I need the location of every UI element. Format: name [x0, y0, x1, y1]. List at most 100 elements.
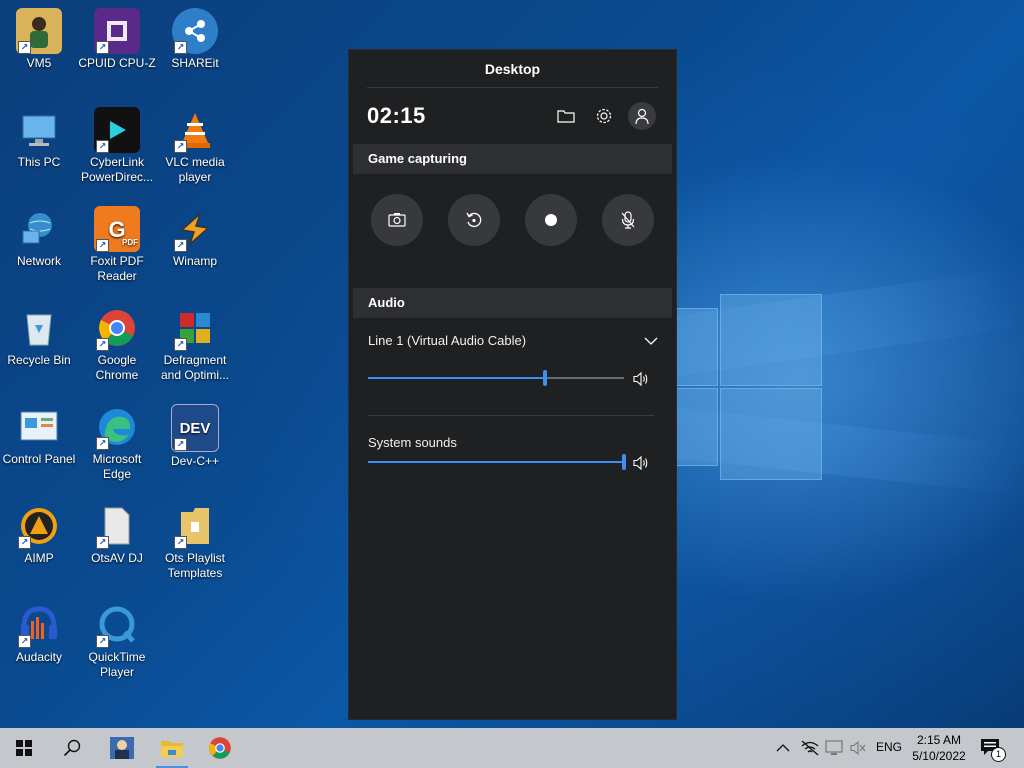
- clock: 02:15: [367, 103, 426, 128]
- divider: [367, 87, 658, 88]
- speaker-icon[interactable]: [632, 455, 650, 471]
- desktop-icon-label: CyberLink PowerDirec...: [80, 155, 154, 184]
- desktop-icon-chrome[interactable]: ↗ Google Chrome: [78, 305, 156, 383]
- quicktime-icon: ↗: [94, 602, 140, 648]
- desktop-icon-this-pc[interactable]: This PC: [0, 107, 78, 170]
- slider-fill: [368, 461, 624, 463]
- gamebar-widget: Desktop 02:15 Game capturing Audio Line …: [348, 49, 677, 720]
- monitor-icon: [825, 740, 843, 755]
- input-language-indicator[interactable]: ENG: [876, 740, 902, 754]
- user-icon: [635, 108, 649, 125]
- desktop-icon-label: Audacity: [15, 650, 63, 664]
- vm5-app-icon: [110, 737, 134, 759]
- desktop-icon-winamp[interactable]: ↗ Winamp: [156, 206, 234, 269]
- audio-device-dropdown[interactable]: [641, 331, 661, 351]
- device-volume-slider[interactable]: [368, 370, 624, 386]
- otsav-icon: ↗: [94, 503, 140, 549]
- search-button[interactable]: [48, 728, 96, 768]
- recycle-bin-icon: [16, 305, 62, 351]
- windows-icon: [16, 740, 32, 756]
- gear-icon: [596, 108, 612, 124]
- screenshot-button[interactable]: [371, 194, 423, 246]
- desktop-icon-label: CPUID CPU-Z: [78, 56, 156, 70]
- taskbar-date: 5/10/2022: [912, 749, 966, 763]
- desktop-icon-vm5[interactable]: ↗ VM5: [0, 8, 78, 71]
- desktop-icon-recycle-bin[interactable]: Recycle Bin: [0, 305, 78, 368]
- chrome-icon: [209, 737, 231, 759]
- control-panel-icon: [16, 404, 62, 450]
- volume-tray-button[interactable]: [849, 740, 867, 756]
- taskbar-app-vm5[interactable]: [98, 728, 146, 768]
- audacity-icon: ↗: [16, 602, 62, 648]
- show-hidden-icons-button[interactable]: [776, 740, 794, 756]
- desktop-icon-label: Control Panel: [2, 452, 76, 466]
- speaker-muted-icon: [850, 740, 866, 756]
- start-recording-button[interactable]: [525, 194, 577, 246]
- desktop-icon-label: VLC media player: [165, 155, 225, 184]
- foxit-icon: G PDF ↗: [94, 206, 140, 252]
- start-button[interactable]: [0, 728, 48, 768]
- account-button[interactable]: [628, 102, 656, 130]
- audio-device-label: Line 1 (Virtual Audio Cable): [368, 333, 527, 348]
- desktop-icon-network[interactable]: Network: [0, 206, 78, 269]
- vm5-icon: ↗: [16, 8, 62, 54]
- desktop-icon-edge[interactable]: ↗ Microsoft Edge: [78, 404, 156, 482]
- mic-off-icon: [621, 211, 635, 229]
- vlc-icon: ↗: [172, 107, 218, 153]
- network-icon: [16, 206, 62, 252]
- desktop-icon-label: Network: [16, 254, 61, 268]
- aimp-icon: ↗: [16, 503, 62, 549]
- desktop-icon-ots-playlist[interactable]: ↗ Ots Playlist Templates: [156, 503, 234, 581]
- action-center-button[interactable]: 1: [980, 738, 1006, 762]
- record-icon: [545, 214, 557, 226]
- slider-thumb[interactable]: [622, 454, 626, 470]
- taskbar-chrome[interactable]: [196, 728, 244, 768]
- desktop-icon-foxit[interactable]: G PDF ↗ Foxit PDF Reader: [78, 206, 156, 284]
- desktop-icon-control-panel[interactable]: Control Panel: [0, 404, 78, 467]
- divider: [368, 415, 654, 416]
- desktop-icon-powerdirector[interactable]: ↗ CyberLink PowerDirec...: [78, 107, 156, 185]
- desktop-icon-otsav[interactable]: ↗ OtsAV DJ: [78, 503, 156, 566]
- desktop-icon-audacity[interactable]: ↗ Audacity: [0, 602, 78, 665]
- taskbar-clock[interactable]: 2:15 AM 5/10/2022: [905, 732, 973, 764]
- settings-button[interactable]: [590, 102, 618, 130]
- devcpp-icon: DEV ↗: [171, 404, 219, 452]
- desktop-icon-aimp[interactable]: ↗ AIMP: [0, 503, 78, 566]
- desktop-icon-defragment[interactable]: ↗ Defragment and Optimi...: [156, 305, 234, 383]
- desktop-icon-label: Dev-C++: [170, 454, 220, 468]
- audio-header: Audio: [353, 288, 672, 318]
- desktop-icon-quicktime[interactable]: ↗ QuickTime Player: [78, 602, 156, 680]
- notification-count-badge: 1: [991, 747, 1006, 762]
- chevron-up-icon: [776, 744, 790, 752]
- desktop-icon-label: AIMP: [24, 551, 54, 565]
- record-last-button[interactable]: [448, 194, 500, 246]
- open-folder-button[interactable]: [552, 102, 580, 130]
- display-tray-button[interactable]: [825, 740, 843, 756]
- taskbar-file-explorer[interactable]: [148, 728, 196, 768]
- ots-playlist-icon: ↗: [172, 503, 218, 549]
- desktop-icon-label: Winamp: [172, 254, 217, 268]
- edge-icon: ↗: [94, 404, 140, 450]
- desktop-icon-cpuz[interactable]: ↗ CPUID CPU-Z: [78, 8, 156, 71]
- slider-thumb[interactable]: [543, 370, 547, 386]
- folder-icon: [557, 110, 575, 123]
- system-sounds-label: System sounds: [368, 435, 457, 450]
- shareit-icon: ↗: [172, 8, 218, 54]
- pdf-badge: PDF: [122, 238, 138, 247]
- windows-logo-wallpaper: [676, 290, 826, 480]
- desktop-icon-devcpp[interactable]: DEV ↗ Dev-C++: [156, 404, 234, 469]
- camera-icon: [388, 213, 406, 227]
- speaker-icon[interactable]: [632, 371, 650, 387]
- this-pc-icon: [16, 107, 62, 153]
- cpuz-icon: ↗: [94, 8, 140, 54]
- network-tray-button[interactable]: [800, 739, 820, 757]
- game-capturing-header: Game capturing: [353, 144, 672, 174]
- desktop-icon-shareit[interactable]: ↗ SHAREit: [156, 8, 234, 71]
- desktop-icon-vlc[interactable]: ↗ VLC media player: [156, 107, 234, 185]
- desktop-icon-label: QuickTime Player: [88, 650, 146, 679]
- winamp-icon: ↗: [172, 206, 218, 252]
- desktop-icon-label: OtsAV DJ: [91, 551, 143, 565]
- desktop-icon-label: Ots Playlist Templates: [164, 551, 225, 580]
- mic-toggle-button[interactable]: [602, 194, 654, 246]
- system-volume-slider[interactable]: [368, 454, 626, 470]
